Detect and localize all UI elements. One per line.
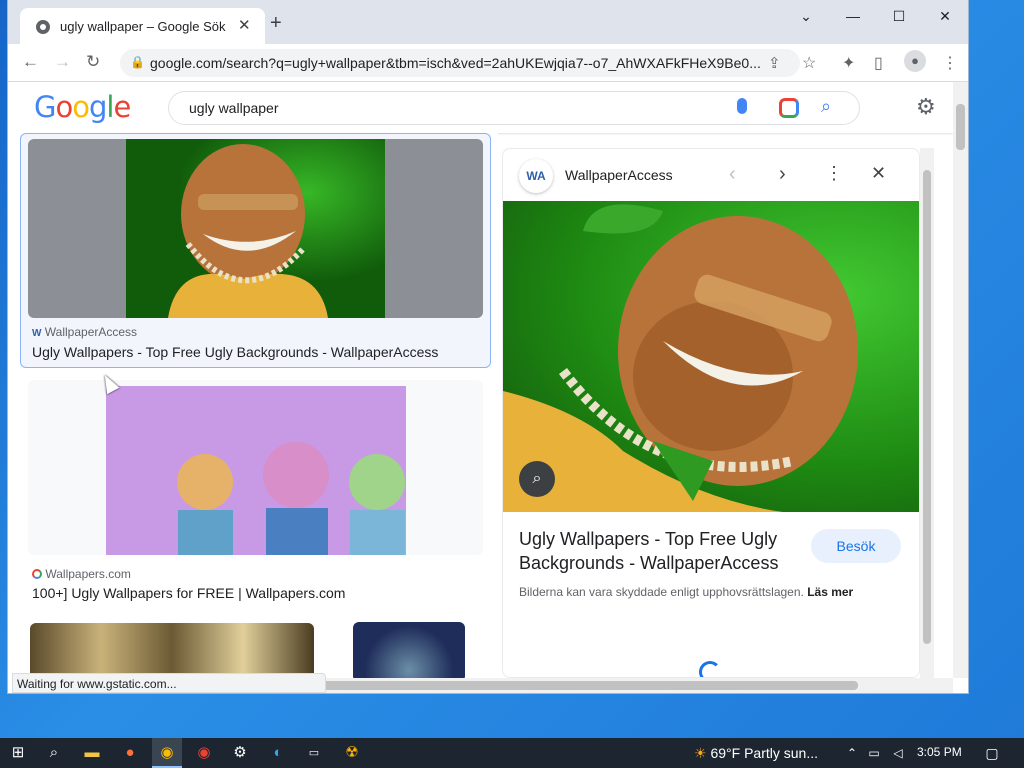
lens-search-icon[interactable]: ⌕ xyxy=(519,461,555,497)
bookmark-star-icon[interactable]: ☆ xyxy=(802,53,816,73)
volume-muted-icon[interactable]: ◁ xyxy=(888,744,908,762)
chrome-profile-icon[interactable]: ◉ xyxy=(194,744,214,762)
google-lens-icon[interactable] xyxy=(779,98,799,118)
image-results: W WallpaperAccess Ugly Wallpapers - Top … xyxy=(8,133,498,678)
browser-toolbar: ← → ↻ 🔒 google.com/search?q=ugly+wallpap… xyxy=(8,44,968,82)
result-thumbnail[interactable] xyxy=(28,139,483,318)
copyright-note: Bilderna kan vara skyddade enligt upphov… xyxy=(519,585,854,599)
menu-kebab-icon[interactable]: ⋮ xyxy=(942,53,958,73)
result-title[interactable]: Ugly Wallpapers - Top Free Ugly Backgrou… xyxy=(32,344,438,360)
notifications-icon[interactable]: ▢ xyxy=(982,744,1002,762)
visit-button[interactable]: Besök xyxy=(811,529,901,563)
wallpaper-image xyxy=(503,204,858,512)
next-icon[interactable]: › xyxy=(779,163,786,186)
search-icon[interactable]: ⌕ xyxy=(44,744,64,762)
google-header: Google ugly wallpaper ⌕ ⚙ xyxy=(8,82,953,133)
google-logo[interactable]: Google xyxy=(34,90,131,124)
search-icon[interactable]: ⌕ xyxy=(821,96,831,117)
tab-close-icon[interactable]: ✕ xyxy=(238,16,251,34)
back-arrow-icon[interactable]: ← xyxy=(22,52,39,72)
wallpaper-image xyxy=(126,139,385,318)
search-input[interactable]: ugly wallpaper xyxy=(189,100,279,116)
loading-spinner-icon xyxy=(699,661,721,677)
minimize-button[interactable]: — xyxy=(830,6,876,28)
share-icon[interactable]: ⇪ xyxy=(768,54,781,72)
firefox-icon[interactable]: ● xyxy=(120,744,140,762)
file-explorer-icon[interactable]: ▬ xyxy=(82,744,102,762)
lock-icon[interactable]: 🔒 xyxy=(130,55,145,69)
title-bar: ugly wallpaper – Google Sök ✕ + ⌄ — ☐ ✕ xyxy=(8,0,968,44)
chrome-taskbar-button[interactable]: ◉ xyxy=(152,738,182,768)
network-icon[interactable]: ▭ xyxy=(864,744,884,762)
settings-icon[interactable]: ⚙ xyxy=(230,744,250,762)
settings-gear-icon[interactable]: ⚙ xyxy=(916,94,936,120)
profile-avatar-icon[interactable]: ● xyxy=(904,50,926,72)
page-scrollbar[interactable] xyxy=(953,82,968,678)
result-thumbnail[interactable] xyxy=(353,622,465,678)
previous-icon[interactable]: ‹ xyxy=(729,163,736,186)
page-scrollbar-thumb[interactable] xyxy=(956,104,965,150)
tab-title: ugly wallpaper – Google Sök xyxy=(60,19,226,34)
close-window-button[interactable]: ✕ xyxy=(922,6,968,28)
browser-tab[interactable]: ugly wallpaper – Google Sök ✕ xyxy=(20,8,265,44)
forward-arrow-icon[interactable]: → xyxy=(54,52,71,72)
wallpaperaccess-logo-icon[interactable]: WA xyxy=(519,159,553,193)
result-thumbnail[interactable] xyxy=(28,380,483,555)
result-title[interactable]: 100+] Ugly Wallpapers for FREE | Wallpap… xyxy=(32,585,345,601)
close-panel-icon[interactable]: ✕ xyxy=(871,163,886,184)
google-favicon-icon xyxy=(36,20,50,34)
edge-icon[interactable]: ◐ xyxy=(268,744,288,762)
new-tab-button[interactable]: + xyxy=(270,13,282,33)
maximize-button[interactable]: ☐ xyxy=(876,6,922,28)
panel-scrollbar-thumb[interactable] xyxy=(923,170,931,644)
show-hidden-icons[interactable]: ⌃ xyxy=(842,744,862,762)
taskbar: ⊞ ⌕ ▬ ● ◉ ◉ ⚙ ◐ ▭ ☢ ☀ 69°F Partly sun...… xyxy=(0,738,1024,768)
weather-widget[interactable]: ☀ 69°F Partly sun... xyxy=(694,738,818,768)
preview-image[interactable]: ⌕ xyxy=(503,201,919,512)
app-icon[interactable]: ☢ xyxy=(342,744,362,762)
windows-start-icon[interactable]: ⊞ xyxy=(8,744,28,762)
panel-source[interactable]: WallpaperAccess xyxy=(565,167,673,183)
image-preview-panel: WA WallpaperAccess ‹ › ⋮ ✕ ⌕ Ugly Wallpa… xyxy=(502,148,920,678)
address-bar[interactable]: 🔒 google.com/search?q=ugly+wallpaper&tbm… xyxy=(120,49,800,77)
result-card[interactable]: W WallpaperAccess Ugly Wallpapers - Top … xyxy=(20,133,491,368)
chucky-dolls-image xyxy=(106,386,406,555)
result-source: W WallpaperAccess xyxy=(32,325,138,339)
side-panel-icon[interactable]: ▯ xyxy=(874,53,883,73)
chrome-icon: ◉ xyxy=(160,744,174,761)
more-options-icon[interactable]: ⋮ xyxy=(825,163,843,184)
result-source: Wallpapers.com xyxy=(32,567,131,581)
reload-icon[interactable]: ↻ xyxy=(86,52,100,72)
extensions-icon[interactable]: ✦ xyxy=(842,53,855,73)
panel-scrollbar[interactable] xyxy=(920,148,934,678)
result-thumbnail[interactable] xyxy=(30,623,314,678)
status-bar: Waiting for www.gstatic.com... xyxy=(12,673,326,693)
url-text[interactable]: google.com/search?q=ugly+wallpaper&tbm=i… xyxy=(150,55,760,71)
clock[interactable]: 3:05 PM xyxy=(917,745,962,759)
browser-window: ugly wallpaper – Google Sök ✕ + ⌄ — ☐ ✕ … xyxy=(8,0,968,693)
tab-search-icon[interactable]: ⌄ xyxy=(783,6,829,28)
search-box[interactable]: ugly wallpaper ⌕ xyxy=(168,91,860,125)
terminal-icon[interactable]: ▭ xyxy=(304,744,324,762)
panel-title[interactable]: Ugly Wallpapers - Top Free Ugly Backgrou… xyxy=(519,527,799,575)
learn-more-link[interactable]: Läs mer xyxy=(807,585,853,599)
microphone-icon[interactable] xyxy=(737,98,747,114)
